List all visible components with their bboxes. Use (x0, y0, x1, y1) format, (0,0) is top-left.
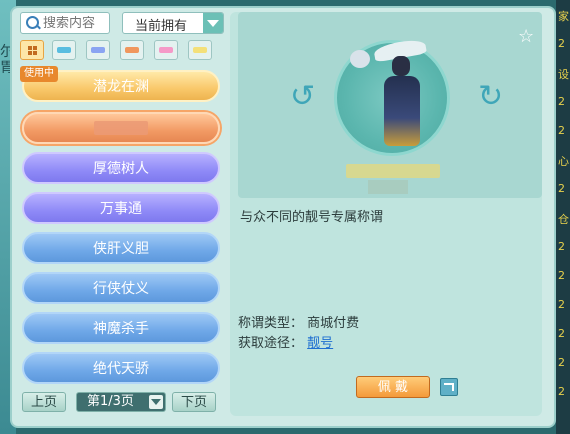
ownership-filter-dropdown[interactable]: 当前拥有 (122, 12, 224, 34)
title-item-label: 侠肝义胆 (93, 241, 149, 257)
grid-icon (28, 46, 37, 55)
edge-text-right: 心 (558, 155, 569, 168)
title-item-label: 潜龙在渊 (93, 79, 149, 95)
color-filter-blue[interactable] (86, 40, 110, 60)
title-item[interactable]: 绝代天骄 (22, 352, 220, 384)
pet-figure (350, 50, 370, 68)
title-source-link[interactable]: 靓号 (307, 336, 333, 351)
title-item-label-blurred (94, 121, 148, 135)
title-description: 与众不同的靓号专属称谓 (240, 210, 384, 225)
edge-text-right: 2 (558, 182, 565, 195)
color-filter-cyan[interactable] (52, 40, 76, 60)
title-item[interactable]: 万事通 (22, 192, 220, 224)
edge-text-right: 仓 (558, 213, 569, 226)
edge-text-right: 2 (558, 240, 565, 253)
edge-text-right: 2 (558, 385, 565, 398)
edge-text-right: 2 (558, 95, 565, 108)
title-source-row: 获取途径： 靓号 (238, 334, 359, 354)
title-meta: 称谓类型： 商城付费 获取途径： 靓号 (238, 314, 359, 354)
search-box[interactable] (20, 12, 110, 34)
pagination: 上页 第1/3页 下页 (22, 392, 222, 414)
color-filter-yellow[interactable] (188, 40, 212, 60)
detail-panel: ↺ ↻ ☆ 与众不同的靓号专属称谓 称谓类型： 商城付费 获取途径： 靓号 佩 … (230, 12, 542, 416)
ownership-filter-value: 当前拥有 (135, 19, 188, 34)
chevron-down-icon[interactable] (149, 395, 163, 409)
edge-text-right: 2 (558, 298, 565, 311)
title-item-label: 神魔杀手 (93, 321, 149, 337)
color-filter-orange[interactable] (120, 40, 144, 60)
edge-text-right: 2 (558, 327, 565, 340)
wear-button[interactable]: 佩 戴 (356, 376, 430, 398)
next-page-button[interactable]: 下页 (172, 392, 216, 412)
title-type-row: 称谓类型： 商城付费 (238, 314, 359, 334)
title-item-selected[interactable] (22, 112, 220, 144)
title-item[interactable]: 行侠仗义 (22, 272, 220, 304)
share-icon[interactable] (440, 378, 458, 396)
title-item-label: 绝代天骄 (93, 361, 149, 377)
title-source-label: 获取途径： (238, 336, 304, 351)
page-indicator: 第1/3页 (87, 394, 134, 409)
title-item-label: 万事通 (100, 201, 142, 217)
edge-text-right: 2 (558, 124, 565, 137)
edge-text-right: 2 (558, 356, 565, 369)
title-name-blurred (346, 164, 440, 178)
edge-text-right: 设 (558, 68, 569, 81)
search-icon (25, 15, 41, 31)
color-filter-pink[interactable] (154, 40, 178, 60)
title-item-label: 行侠仗义 (93, 281, 149, 297)
title-item[interactable]: 侠肝义胆 (22, 232, 220, 264)
page-select[interactable]: 第1/3页 (76, 392, 166, 412)
background-right-edge: 家 2 设 2 2 心 2 仓 2 2 2 2 2 2 (556, 0, 570, 434)
edge-text-right: 2 (558, 37, 565, 50)
color-filter-bar (20, 40, 226, 62)
title-item[interactable]: 神魔杀手 (22, 312, 220, 344)
edge-text-right: 家 (558, 10, 569, 23)
title-item[interactable]: 厚德树人 (22, 152, 220, 184)
in-use-badge: 使用中 (20, 66, 58, 82)
search-input[interactable] (41, 15, 107, 31)
prev-page-button[interactable]: 上页 (22, 392, 66, 412)
rotate-right-icon[interactable]: ↻ (478, 82, 503, 112)
player-name-blurred (368, 180, 408, 194)
title-type-value: 商城付费 (307, 316, 360, 331)
character-model (350, 32, 438, 152)
rotate-left-icon[interactable]: ↺ (290, 82, 315, 112)
chevron-down-icon[interactable] (203, 13, 223, 33)
title-type-label: 称谓类型： (238, 316, 304, 331)
edge-text-right: 2 (558, 269, 565, 282)
character-preview: ↺ ↻ ☆ (238, 12, 542, 198)
color-filter-all[interactable] (20, 40, 44, 60)
title-item-label: 厚德树人 (93, 161, 149, 177)
star-icon[interactable]: ☆ (518, 26, 534, 47)
